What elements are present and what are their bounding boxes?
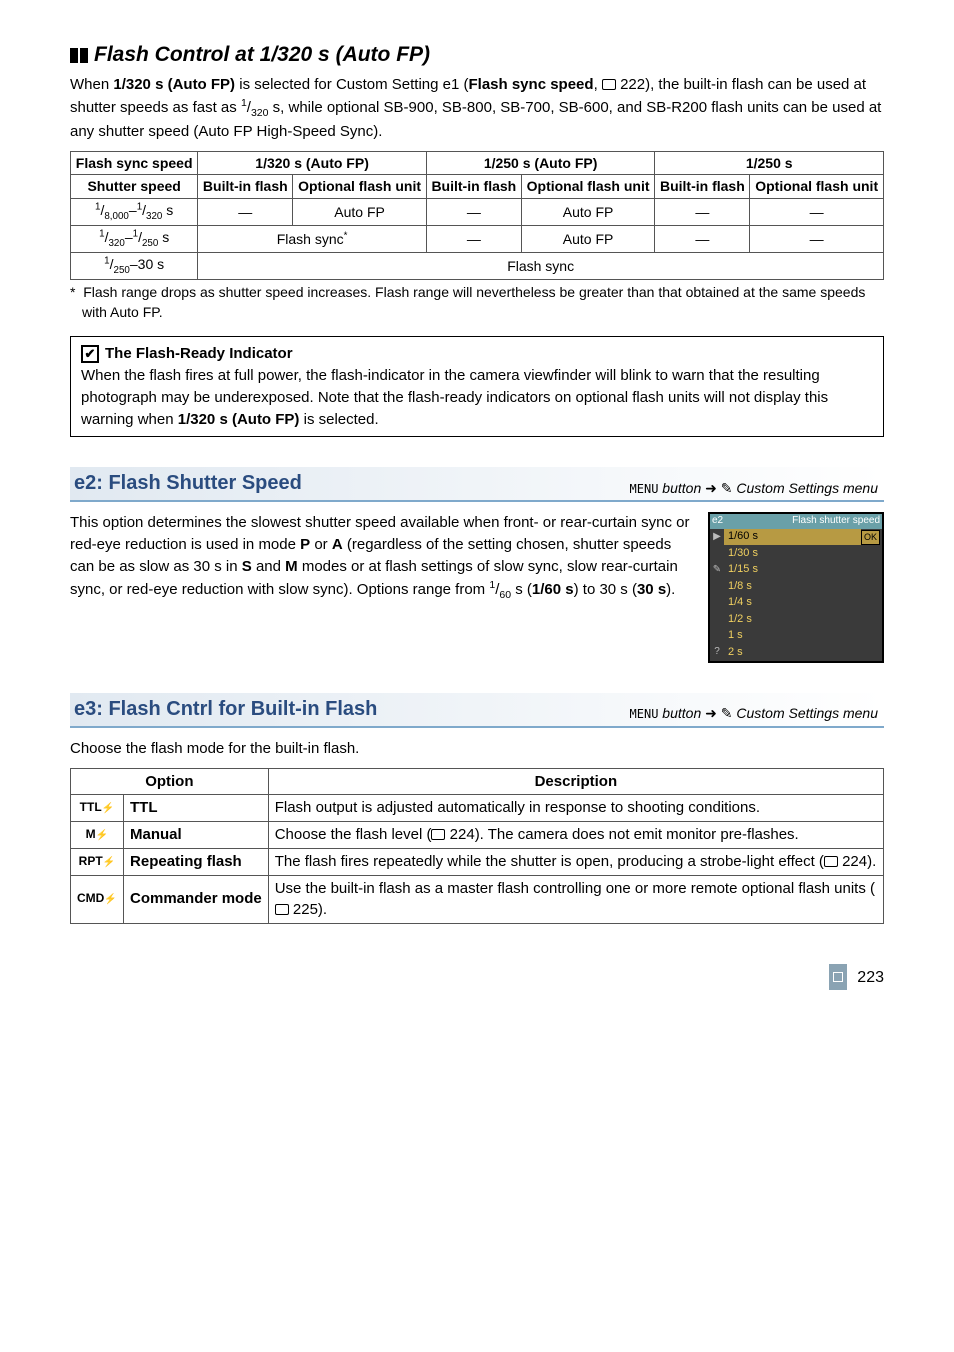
e3-intro: Choose the flash mode for the built-in f… <box>70 738 884 760</box>
book-icon <box>275 904 289 915</box>
th-shutter: Shutter speed <box>71 175 198 198</box>
page-tab-icon <box>829 964 847 990</box>
table-footnote: * Flash range drops as shutter speed inc… <box>70 282 884 323</box>
heading-bullets <box>70 48 88 63</box>
th-250fp: 1/250 s (Auto FP) <box>426 152 655 175</box>
callout-box: ✔ The Flash-Ready Indicator When the fla… <box>70 336 884 437</box>
th-250: 1/250 s <box>655 152 884 175</box>
th-sync: Flash sync speed <box>71 152 198 175</box>
book-icon <box>824 856 838 867</box>
arrow-icon <box>705 705 717 721</box>
sync-speed-table: Flash sync speed 1/320 s (Auto FP) 1/250… <box>70 151 884 280</box>
book-icon <box>602 79 616 90</box>
table-row: CMD Commander mode Use the built-in flas… <box>71 875 884 924</box>
section1-paragraph: When 1/320 s (Auto FP) is selected for C… <box>70 74 884 143</box>
setting-name: e2: Flash Shutter Speed <box>74 469 302 498</box>
page-number: 223 <box>857 966 884 989</box>
bolt-icon <box>104 891 117 905</box>
setting-header-e3: e3: Flash Cntrl for Built-in Flash MENU … <box>70 693 884 728</box>
setting-location: MENU button Custom Settings menu <box>630 703 878 723</box>
section-heading: Flash Control at 1/320 s (Auto FP) <box>70 40 884 70</box>
section-title-text: Flash Control at 1/320 s (Auto FP) <box>94 40 430 70</box>
e2-paragraph: This option determines the slowest shutt… <box>70 512 696 602</box>
warning-icon: ✔ <box>81 345 99 363</box>
setting-location: MENU button Custom Settings menu <box>630 478 878 498</box>
pencil-icon <box>721 480 733 496</box>
table-row: M Manual Choose the flash level ( 224). … <box>71 822 884 849</box>
table-row: 1/250–30 s Flash sync <box>71 252 884 279</box>
arrow-icon <box>705 480 717 496</box>
setting-header-e2: e2: Flash Shutter Speed MENU button Cust… <box>70 467 884 502</box>
callout-title: The Flash-Ready Indicator <box>105 343 293 365</box>
th-320: 1/320 s (Auto FP) <box>198 152 427 175</box>
table-row: RPT Repeating flash The flash fires repe… <box>71 848 884 875</box>
table-row: 1/8,000–1/320 s — Auto FP — Auto FP — — <box>71 198 884 225</box>
setting-name: e3: Flash Cntrl for Built-in Flash <box>74 695 377 724</box>
flash-mode-table: Option Description TTL TTL Flash output … <box>70 768 884 925</box>
callout-body: When the flash fires at full power, the … <box>81 365 873 430</box>
bolt-icon <box>96 827 109 841</box>
camera-lcd-preview: e2Flash shutter speed ▶1/60 sOK 1/30 s ✎… <box>708 512 884 663</box>
table-row: 1/320–1/250 s Flash sync* — Auto FP — — <box>71 225 884 252</box>
bolt-icon <box>103 854 116 868</box>
bolt-icon <box>102 800 115 814</box>
pencil-icon <box>721 705 733 721</box>
book-icon <box>431 829 445 840</box>
table-row: TTL TTL Flash output is adjusted automat… <box>71 795 884 822</box>
